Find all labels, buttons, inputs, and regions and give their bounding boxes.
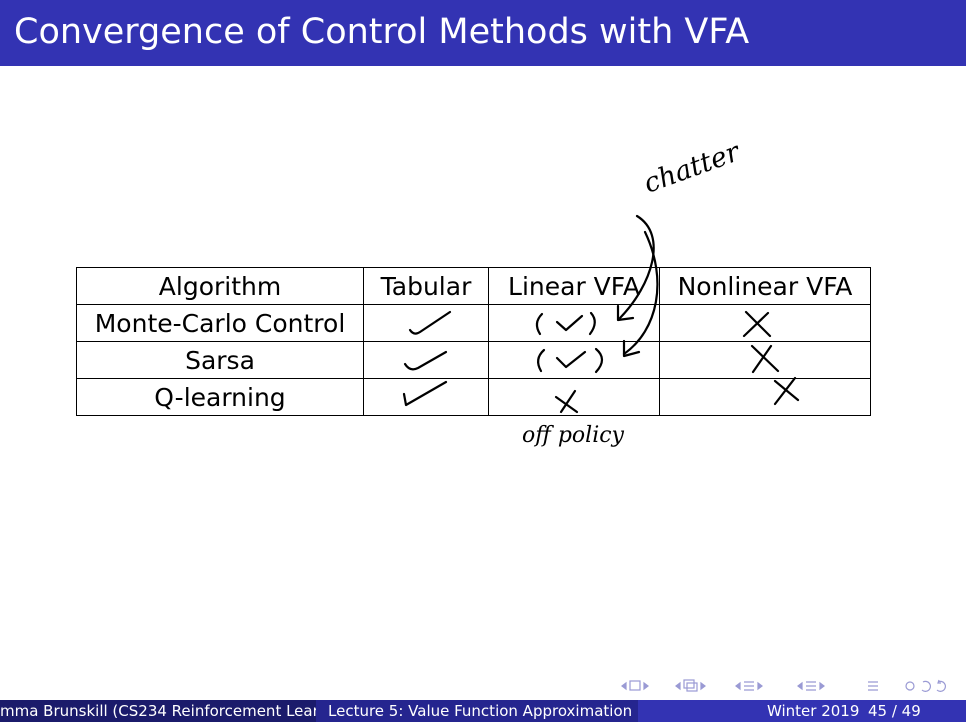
paren-left-icon <box>537 348 546 373</box>
cross-icon <box>742 310 772 338</box>
footer-lecture: Lecture 5: Value Function Approximation <box>316 700 638 722</box>
handwritten-annotations: chatter off policy <box>402 136 800 448</box>
paren-right-icon <box>588 311 596 336</box>
cross-icon <box>750 344 780 374</box>
beamer-navigation-bar[interactable] <box>618 677 963 695</box>
check-icon <box>408 310 452 335</box>
nav-frame-icon[interactable] <box>621 680 649 691</box>
paren-left-icon <box>535 312 544 336</box>
off-policy-annotation: off policy <box>522 423 625 448</box>
nav-search-icon[interactable] <box>905 679 946 692</box>
cross-icon <box>773 376 800 406</box>
check-icon <box>555 350 587 369</box>
nav-toc-icon[interactable] <box>868 681 878 691</box>
check-icon <box>402 380 448 407</box>
chatter-annotation: chatter <box>640 136 746 200</box>
footer-bar: mma Brunskill (CS234 Reinforcement Learn… <box>0 700 966 722</box>
footer-page-number: 45 / 49 <box>868 702 921 720</box>
cross-icon <box>554 389 579 414</box>
check-icon <box>555 314 584 332</box>
nav-section-icon[interactable] <box>735 681 763 691</box>
nav-presentation-icon[interactable] <box>797 681 825 691</box>
footer-right: Winter 2019 45 / 49 <box>638 700 966 722</box>
paren-right-icon <box>594 347 604 374</box>
footer-author: mma Brunskill (CS234 Reinforcement Learn <box>0 700 316 722</box>
arrow-icon <box>618 214 655 320</box>
nav-subsection-icon[interactable] <box>675 679 706 692</box>
footer-term: Winter 2019 <box>767 702 860 720</box>
check-icon <box>403 350 448 371</box>
